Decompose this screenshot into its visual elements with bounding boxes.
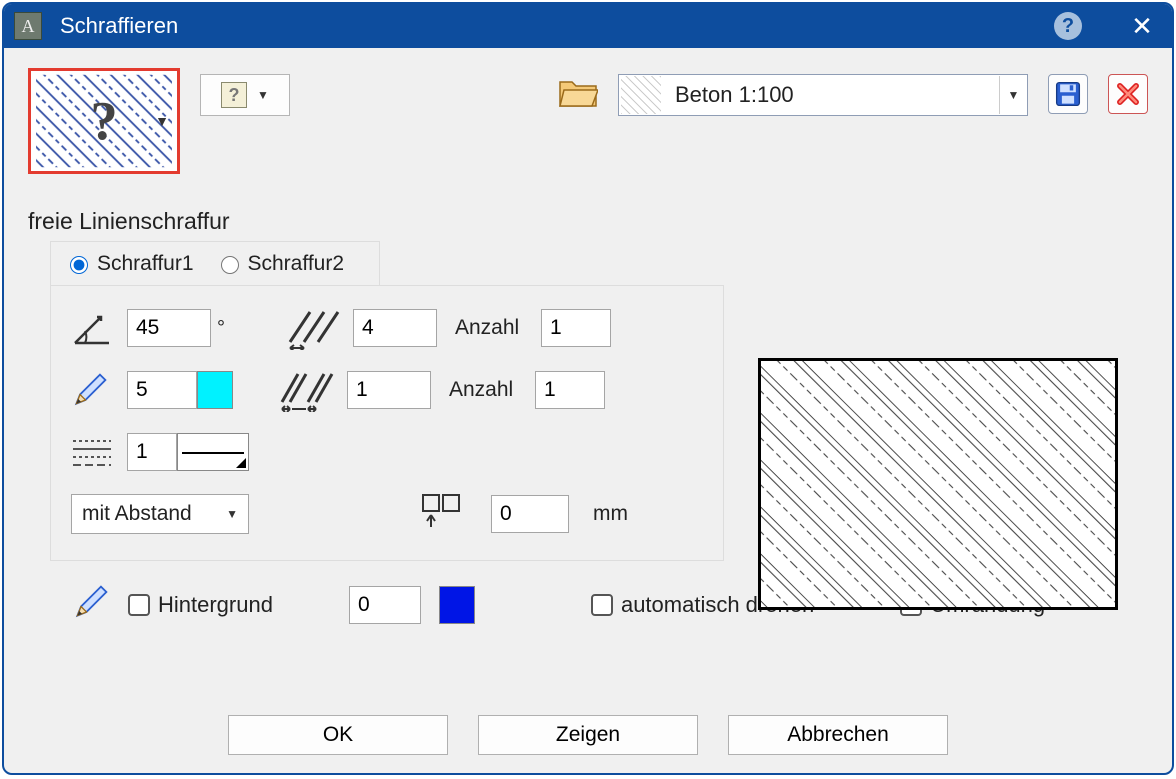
dialog-title: Schraffieren <box>60 13 178 39</box>
ok-button[interactable]: OK <box>228 715 448 755</box>
count1-input[interactable] <box>541 309 611 347</box>
hatch-type-dropdown[interactable]: ? ▼ <box>28 68 180 174</box>
open-folder-button[interactable] <box>558 76 598 108</box>
angle-unit: ° <box>211 317 239 340</box>
align-icon <box>419 491 463 537</box>
bg-value-input[interactable] <box>349 586 421 624</box>
count2-label: Anzahl <box>449 378 535 402</box>
spacing1-input[interactable] <box>353 309 437 347</box>
question-icon: ? <box>221 82 247 108</box>
offset-unit: mm <box>593 502 628 526</box>
background-checkbox[interactable]: Hintergrund <box>128 592 273 618</box>
chevron-down-icon: ▼ <box>226 507 238 521</box>
linetype-icon <box>71 431 127 473</box>
dialog-content: ? ▼ ? ▼ Beton 1:100 ▼ <box>4 48 1172 697</box>
pencil-icon <box>72 583 110 627</box>
help-icon[interactable]: ? <box>1054 12 1082 40</box>
svg-text:?: ? <box>90 90 117 151</box>
offset-input[interactable] <box>491 495 569 533</box>
chevron-down-icon: ▼ <box>155 113 169 129</box>
angle-icon <box>71 307 127 349</box>
app-icon: A <box>14 12 42 40</box>
spacing2-input[interactable] <box>347 371 431 409</box>
count1-label: Anzahl <box>455 316 541 340</box>
linetype-swatch[interactable] <box>177 433 249 471</box>
pen-input[interactable] <box>127 371 197 409</box>
radio-schraffur1[interactable] <box>70 256 88 274</box>
radio-schraffur2[interactable] <box>221 256 239 274</box>
save-preset-button[interactable] <box>1048 74 1088 114</box>
bg-color-swatch[interactable] <box>439 586 475 624</box>
mode-select[interactable]: mit Abstand ▼ <box>71 494 249 534</box>
tab-schraffur1[interactable]: Schraffur1 <box>65 252 194 276</box>
preset-label: Beton 1:100 <box>663 82 999 108</box>
pen-color-swatch[interactable] <box>197 371 233 409</box>
tab-schraffur2[interactable]: Schraffur2 <box>216 252 345 276</box>
cancel-button[interactable]: Abbrechen <box>728 715 948 755</box>
group-spacing-icon <box>269 368 347 412</box>
titlebar: A Schraffieren ? ✕ <box>4 4 1172 48</box>
show-button[interactable]: Zeigen <box>478 715 698 755</box>
hatch-library-dropdown[interactable]: ? ▼ <box>200 74 290 116</box>
hatch-settings-panel: ° Anzahl <box>50 285 724 561</box>
section-label: freie Linienschraffur <box>28 208 1148 235</box>
close-icon[interactable]: ✕ <box>1122 11 1162 42</box>
chevron-down-icon: ▼ <box>999 76 1027 114</box>
hatch-dialog: A Schraffieren ? ✕ ? ▼ <box>2 2 1174 775</box>
delete-preset-button[interactable] <box>1108 74 1148 114</box>
preset-select[interactable]: Beton 1:100 ▼ <box>618 74 1028 116</box>
hatch-tabs: Schraffur1 Schraffur2 <box>50 241 380 285</box>
preset-swatch-icon <box>621 76 661 114</box>
spacing-icon <box>275 306 353 350</box>
pencil-icon <box>71 371 127 409</box>
hatch-preview <box>758 358 1118 610</box>
count2-input[interactable] <box>535 371 605 409</box>
angle-input[interactable] <box>127 309 211 347</box>
dialog-buttons: OK Zeigen Abbrechen <box>4 697 1172 773</box>
mode-label: mit Abstand <box>82 502 192 526</box>
chevron-down-icon: ▼ <box>257 88 269 102</box>
linetype-input[interactable] <box>127 433 177 471</box>
